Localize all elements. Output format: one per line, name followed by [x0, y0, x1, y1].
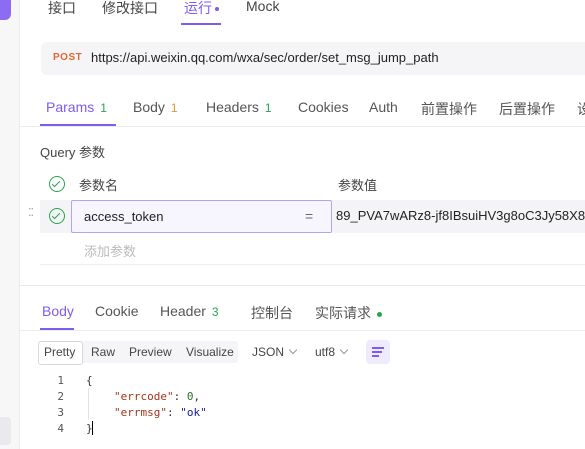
param-name-value: access_token: [84, 209, 164, 224]
response-tabs-divider: [19, 330, 585, 331]
resp-tab-actual-request[interactable]: 实际请求: [315, 303, 382, 323]
sidebar-active-indicator: [0, 0, 11, 20]
encoding-select[interactable]: utf8: [315, 345, 349, 359]
line-number: 3: [57, 406, 64, 419]
json-sep: :: [173, 390, 187, 403]
tab-run-label: 运行: [184, 0, 212, 16]
mode-raw-button[interactable]: Raw: [91, 345, 115, 359]
resp-tab-header-label: Header: [160, 303, 206, 319]
resp-header-count: 3: [211, 305, 219, 319]
mode-preview-button[interactable]: Preview: [129, 345, 172, 359]
url-input[interactable]: https://api.weixin.qq.com/wxa/sec/order/…: [91, 50, 439, 65]
chevron-down-icon: [288, 345, 298, 355]
url-bar[interactable]: POST https://api.weixin.qq.com/wxa/sec/o…: [41, 42, 585, 75]
resp-tab-actual-request-label: 实际请求: [315, 305, 371, 321]
sidebar-item[interactable]: [0, 417, 11, 445]
row-divider: [40, 264, 585, 265]
tab-mock[interactable]: Mock: [246, 0, 279, 14]
chevron-down-icon: [339, 345, 349, 355]
encoding-select-value: utf8: [315, 345, 336, 359]
lang-select[interactable]: JSON: [252, 345, 298, 359]
text-cursor: [92, 421, 93, 435]
unsaved-dot: [215, 7, 219, 12]
line-number: 2: [57, 390, 64, 403]
tab-body[interactable]: Body 1: [133, 99, 178, 115]
param-name-input[interactable]: access_token =: [71, 200, 332, 233]
tab-run[interactable]: 运行: [184, 0, 219, 18]
json-key: "errmsg": [114, 406, 167, 419]
status-dot: [377, 311, 382, 317]
tab-auth[interactable]: Auth: [369, 99, 398, 115]
tab-edit-interface[interactable]: 修改接口: [102, 0, 158, 18]
tab-settings-truncated[interactable]: 设: [577, 99, 585, 119]
headers-count: 1: [264, 101, 272, 115]
code-line: "errmsg": "ok": [114, 406, 207, 419]
code-line: "errcode": 0,: [114, 390, 200, 403]
mode-pretty-button[interactable]: Pretty: [44, 345, 75, 359]
col-header-value: 参数值: [338, 178, 378, 193]
json-comma: ,: [193, 390, 201, 403]
param-value-input[interactable]: 89_PVA7wARz8-jf8IBsuiHV3g8oC3Jy58X8: [336, 208, 585, 223]
line-number: 4: [57, 422, 64, 435]
lang-select-value: JSON: [252, 345, 285, 359]
resp-tab-body[interactable]: Body: [42, 303, 74, 319]
json-key: "errcode": [114, 390, 174, 403]
param-enabled-checkbox-icon[interactable]: [49, 208, 65, 224]
mode-visualize-button[interactable]: Visualize: [186, 345, 234, 359]
tab-body-label: Body: [133, 99, 165, 115]
tab-post-operations[interactable]: 后置操作: [499, 99, 555, 119]
select-all-checkbox-icon[interactable]: [49, 176, 65, 192]
code-line: {: [86, 374, 93, 387]
panel-splitter[interactable]: [19, 285, 585, 286]
request-tabs-divider: [19, 126, 585, 127]
resp-tab-header[interactable]: Header 3: [160, 303, 219, 319]
tab-params[interactable]: Params 1: [46, 99, 107, 115]
line-number: 1: [57, 374, 64, 387]
tab-headers-label: Headers: [206, 99, 259, 115]
top-tab-underline: [181, 23, 221, 25]
query-params-title: Query 参数: [40, 145, 106, 160]
json-sep: :: [166, 406, 181, 419]
tab-interface[interactable]: 接口: [48, 0, 76, 18]
tab-pre-operations[interactable]: 前置操作: [421, 99, 477, 119]
http-method[interactable]: POST: [53, 52, 82, 63]
resp-tab-cookie[interactable]: Cookie: [95, 303, 139, 319]
json-string: "ok": [180, 406, 207, 419]
indent-guide: [88, 388, 89, 420]
body-count: 1: [170, 101, 178, 115]
add-param-input[interactable]: 添加参数: [84, 241, 136, 260]
app-sidebar: [0, 0, 20, 449]
tab-headers[interactable]: Headers 1: [206, 99, 272, 115]
word-wrap-icon[interactable]: [366, 340, 390, 364]
resp-tab-console[interactable]: 控制台: [251, 303, 293, 323]
tab-cookies[interactable]: Cookies: [298, 99, 349, 115]
tab-params-label: Params: [46, 99, 95, 115]
drag-handle-icon[interactable]: ⁚⁚: [28, 208, 34, 219]
col-header-name: 参数名: [79, 178, 119, 193]
params-count: 1: [100, 101, 107, 115]
equals-sign: =: [305, 208, 314, 224]
